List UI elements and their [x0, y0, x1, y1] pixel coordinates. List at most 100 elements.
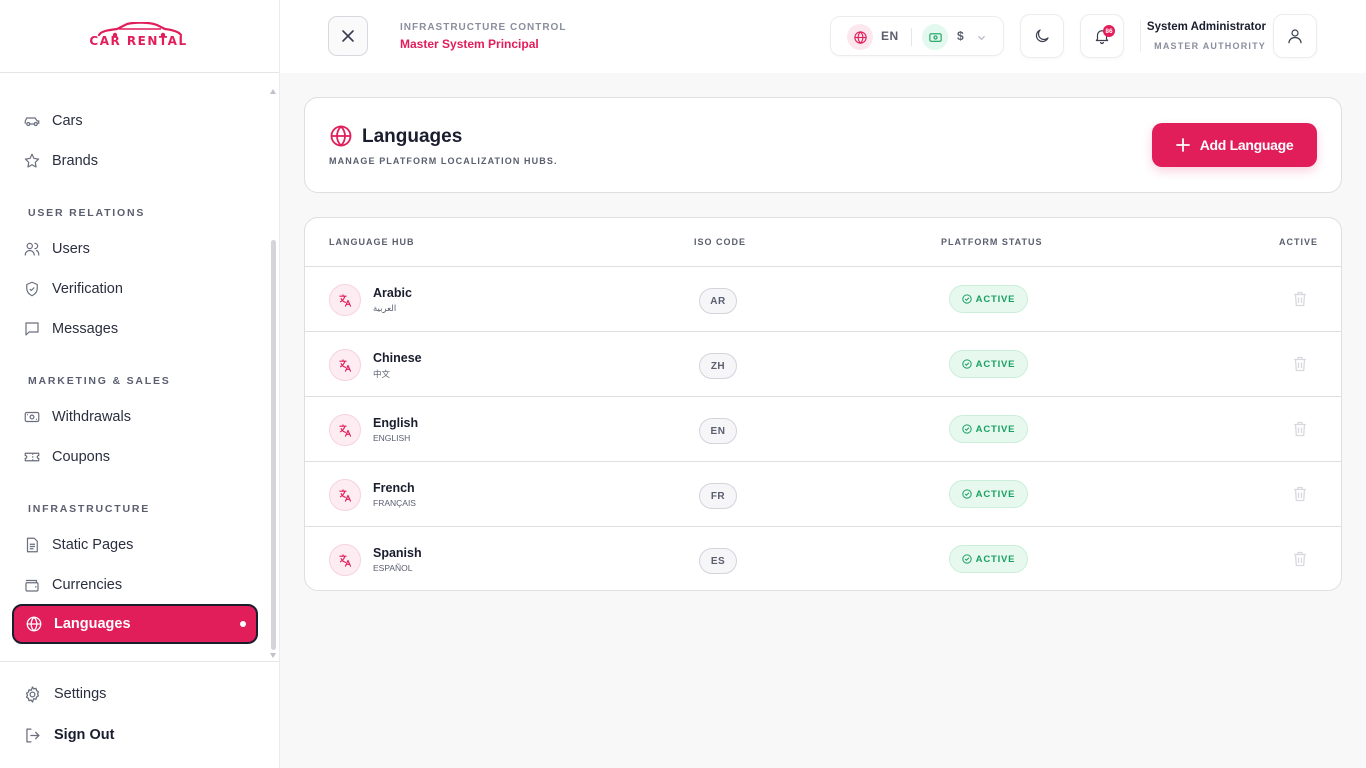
status-badge: ACTIVE: [949, 545, 1028, 573]
sidebar-item-label: Messages: [52, 321, 119, 337]
active-indicator-dot: [240, 621, 246, 627]
sidebar-item-label: Verification: [52, 281, 123, 297]
sidebar-item-withdrawals[interactable]: Withdrawals: [12, 397, 258, 437]
close-sidebar-button[interactable]: [328, 16, 368, 56]
logo-text: CAR RENTAL: [89, 34, 188, 48]
iso-code-badge: EN: [699, 418, 737, 444]
notification-badge: 86: [1103, 25, 1115, 37]
status-badge: ACTIVE: [949, 350, 1028, 378]
language-name: Spanish: [373, 546, 422, 560]
scroll-down-arrow[interactable]: [270, 653, 276, 658]
add-language-label: Add Language: [1199, 137, 1294, 153]
scroll-up-arrow[interactable]: [270, 89, 276, 94]
column-header-language-hub: LANGUAGE HUB: [329, 237, 415, 247]
trash-icon[interactable]: [1293, 486, 1307, 507]
moon-icon: [1033, 27, 1051, 45]
page-subtitle: MANAGE PLATFORM LOCALIZATION HUBS.: [329, 156, 558, 166]
document-icon: [22, 535, 42, 555]
header-subtitle: INFRASTRUCTURE CONTROL: [400, 22, 567, 33]
iso-code-badge: ZH: [699, 353, 737, 379]
gear-icon: [22, 684, 42, 704]
sidebar-item-label: Languages: [54, 616, 131, 632]
table-row: Arabic العربية AR ACTIVE: [305, 267, 1341, 332]
iso-code-badge: FR: [699, 483, 737, 509]
language-name: French: [373, 481, 415, 495]
sidebar-item-cars[interactable]: Cars: [12, 101, 258, 141]
status-label: ACTIVE: [975, 293, 1016, 305]
language-switcher[interactable]: [847, 24, 873, 50]
page-title: Languages: [362, 126, 463, 147]
sidebar-item-users[interactable]: Users: [12, 229, 258, 269]
sign-out-button[interactable]: Sign Out: [22, 725, 114, 745]
status-badge: ACTIVE: [949, 480, 1028, 508]
close-icon: [341, 29, 355, 43]
sidebar-item-brands[interactable]: Brands: [12, 141, 258, 181]
logout-icon: [22, 725, 42, 745]
sidebar-item-label: Currencies: [52, 577, 123, 593]
table-header: LANGUAGE HUB ISO CODE PLATFORM STATUS AC…: [305, 218, 1341, 267]
translate-icon: [329, 284, 361, 316]
sidebar-item-verification[interactable]: Verification: [12, 269, 258, 309]
message-icon: [22, 319, 42, 339]
current-currency[interactable]: $: [957, 29, 964, 43]
top-header: INFRASTRUCTURE CONTROL Master System Pri…: [280, 0, 1366, 73]
check-circle-icon: [962, 489, 972, 499]
locale-currency-switcher: EN $: [830, 16, 1004, 56]
table-row: English ENGLISH EN ACTIVE: [305, 397, 1341, 462]
star-icon: [22, 151, 42, 171]
user-icon: [1286, 27, 1304, 45]
banknote-icon: [22, 407, 42, 427]
language-native-name: العربية: [373, 303, 397, 313]
table-row: Chinese 中文 ZH ACTIVE: [305, 332, 1341, 397]
add-language-button[interactable]: Add Language: [1152, 123, 1317, 167]
settings-link[interactable]: Settings: [22, 684, 106, 704]
chevron-down-icon[interactable]: [977, 29, 986, 47]
trash-icon[interactable]: [1293, 291, 1307, 312]
header-divider: [1140, 20, 1141, 52]
sidebar-item-label: Cars: [52, 113, 83, 129]
column-header-active: ACTIVE: [1279, 237, 1319, 247]
sidebar-item-label: Brands: [52, 153, 98, 169]
sidebar-item-label: Users: [52, 241, 90, 257]
ticket-icon: [22, 447, 42, 467]
trash-icon[interactable]: [1293, 356, 1307, 377]
translate-icon: [329, 544, 361, 576]
sidebar-item-currencies[interactable]: Currencies: [12, 565, 258, 605]
sidebar-footer: Settings Sign Out: [0, 661, 280, 768]
current-language[interactable]: EN: [881, 29, 899, 43]
divider: [911, 28, 912, 46]
sidebar-item-coupons[interactable]: Coupons: [12, 437, 258, 477]
currency-switcher[interactable]: [922, 24, 948, 50]
theme-toggle-button[interactable]: [1020, 14, 1064, 58]
user-avatar-button[interactable]: [1273, 14, 1317, 58]
notifications-button[interactable]: 86: [1080, 14, 1124, 58]
globe-icon: [329, 124, 353, 153]
sidebar-item-messages[interactable]: Messages: [12, 309, 258, 349]
language-native-name: ESPAÑOL: [373, 563, 413, 573]
logo-area: CAR RENTAL: [0, 0, 279, 73]
status-label: ACTIVE: [975, 553, 1016, 565]
sidebar: CAR RENTAL Cars Brands USER RELATIONS Us…: [0, 0, 280, 768]
sidebar-item-label: Withdrawals: [52, 409, 131, 425]
language-native-name: FRANÇAIS: [373, 498, 416, 508]
sidebar-item-label: Coupons: [52, 449, 111, 465]
column-header-platform-status: PLATFORM STATUS: [941, 237, 1043, 247]
check-circle-icon: [962, 294, 972, 304]
iso-code-badge: AR: [699, 288, 737, 314]
table-row: French FRANÇAIS FR ACTIVE: [305, 462, 1341, 527]
users-icon: [22, 239, 42, 259]
plus-icon: [1175, 138, 1190, 152]
car-icon: [22, 111, 42, 131]
user-role: MASTER AUTHORITY: [1154, 41, 1266, 51]
header-title: Master System Principal: [400, 37, 539, 51]
trash-icon[interactable]: [1293, 551, 1307, 572]
sidebar-item-static-pages[interactable]: Static Pages: [12, 525, 258, 565]
wallet-icon: [22, 575, 42, 595]
table-row: Spanish ESPAÑOL ES ACTIVE: [305, 527, 1341, 590]
status-label: ACTIVE: [975, 423, 1016, 435]
brand-logo[interactable]: CAR RENTAL: [81, 22, 197, 50]
sidebar-item-languages[interactable]: Languages: [12, 604, 258, 644]
trash-icon[interactable]: [1293, 421, 1307, 442]
sidebar-scrollbar[interactable]: [271, 240, 276, 650]
sidebar-nav: Cars Brands USER RELATIONS Users Verific…: [0, 73, 280, 661]
